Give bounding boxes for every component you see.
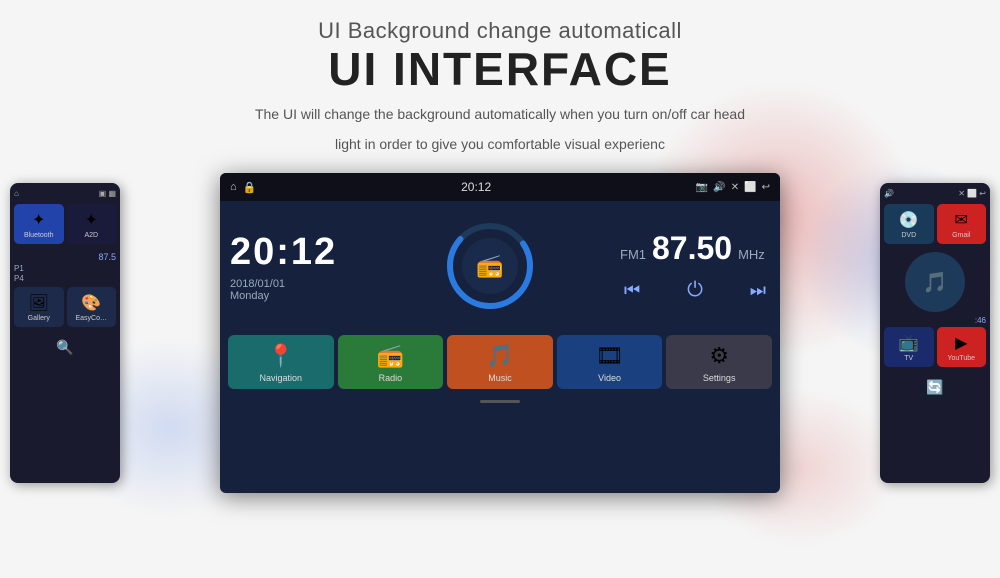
status-home-icon: ⌂ (230, 181, 237, 193)
left-search-icon[interactable]: 🔍 (14, 339, 116, 356)
fm-prev-btn[interactable]: ⏮ (624, 280, 640, 301)
bottom-dot (220, 395, 780, 408)
easyco-icon: 🎨 (81, 293, 101, 313)
fm-controls: ⏮ ⏻ ⏭ (620, 279, 770, 302)
right-circle-widget: 🎵 (905, 252, 965, 312)
svg-text:📻: 📻 (476, 253, 503, 278)
radio-circle: 📻 (445, 221, 535, 311)
main-screen: ⌂ 🔒 20:12 📷 🔊 ✕ ⬜ ↩ 20:12 2018/01/01 Mon… (220, 173, 780, 493)
left-fm-text: 87.5 (14, 252, 116, 262)
a2d-icon: ✦ (85, 210, 98, 230)
status-back-icon: ↩ (762, 182, 770, 193)
radio-label: Radio (379, 373, 403, 383)
settings-label: Settings (703, 373, 736, 383)
left-status-bar: ⌂ ▣ ▦ (14, 189, 116, 198)
right-circle-icon: 🎵 (923, 270, 948, 295)
radio-icon: 📻 (377, 343, 404, 369)
left-home-icon: ⌂ (14, 189, 19, 198)
status-right: 📷 🔊 ✕ ⬜ ↩ (696, 182, 770, 193)
clock-block: 20:12 2018/01/01 Monday (230, 209, 360, 323)
bluetooth-tile[interactable]: ✦ Bluetooth (14, 204, 64, 244)
a2d-label: A2D (84, 232, 98, 239)
app-grid: 📍 Navigation 📻 Radio 🎵 Music 🎞 Video ⚙ S… (220, 331, 780, 395)
settings-icon: ⚙ (709, 343, 729, 369)
status-close-icon: ✕ (731, 182, 739, 193)
bluetooth-label: Bluetooth (24, 232, 54, 239)
tv-icon: 📺 (899, 333, 919, 353)
status-time: 20:12 (461, 180, 491, 194)
top-widget: 20:12 2018/01/01 Monday 📻 FM1 (220, 201, 780, 331)
status-left: ⌂ 🔒 (230, 181, 256, 194)
video-tile[interactable]: 🎞 Video (557, 335, 663, 389)
gallery-tile[interactable]: 🖼 Gallery (14, 287, 64, 327)
music-icon: 🎵 (486, 343, 513, 369)
dvd-icon: 💿 (899, 210, 919, 230)
radio-tile[interactable]: 📻 Radio (338, 335, 444, 389)
music-label: Music (488, 373, 512, 383)
header-subtitle: UI Background change automaticall (0, 18, 1000, 44)
header-desc-line1: The UI will change the background automa… (0, 103, 1000, 125)
navigation-label: Navigation (260, 373, 303, 383)
clock-time: 20:12 (230, 231, 360, 274)
easyco-label: EasyCo… (75, 315, 107, 322)
navigation-tile[interactable]: 📍 Navigation (228, 335, 334, 389)
gallery-icon: 🖼 (29, 293, 49, 313)
music-tile[interactable]: 🎵 Music (447, 335, 553, 389)
clock-date: 2018/01/01 (230, 278, 360, 290)
youtube-icon: ▶ (955, 333, 967, 353)
settings-tile[interactable]: ⚙ Settings (666, 335, 772, 389)
fm-top: FM1 87.50 MHz (620, 230, 770, 267)
right-icons: ✕ ⬜ ↩ (958, 189, 986, 198)
fm-next-btn[interactable]: ⏭ (750, 280, 766, 301)
right-screen-content: 🔊 ✕ ⬜ ↩ 💿 DVD ✉ Gmail 🎵 :46 📺 (880, 183, 990, 483)
screens-container: ⌂ ▣ ▦ ✦ Bluetooth ✦ A2D 87.5 P1 P4 🖼 Gal (0, 163, 1000, 503)
video-label: Video (598, 373, 621, 383)
right-refresh-icon[interactable]: 🔄 (884, 379, 986, 396)
left-screen-content: ⌂ ▣ ▦ ✦ Bluetooth ✦ A2D 87.5 P1 P4 🖼 Gal (10, 183, 120, 483)
header-title: UI INTERFACE (0, 44, 1000, 95)
fm-block: FM1 87.50 MHz ⏮ ⏻ ⏭ (620, 209, 770, 323)
left-screen: ⌂ ▣ ▦ ✦ Bluetooth ✦ A2D 87.5 P1 P4 🖼 Gal (10, 183, 120, 483)
right-time-label: :46 (884, 316, 986, 325)
status-screen-icon: ⬜ (744, 182, 756, 193)
right-vol-icon: 🔊 (884, 189, 894, 198)
radio-circle-svg: 📻 (445, 221, 535, 311)
status-volume-icon: 🔊 (713, 182, 725, 193)
tv-label: TV (904, 355, 913, 362)
dvd-tile[interactable]: 💿 DVD (884, 204, 934, 244)
right-screen: 🔊 ✕ ⬜ ↩ 💿 DVD ✉ Gmail 🎵 :46 📺 (880, 183, 990, 483)
youtube-tile[interactable]: ▶ YouTube (937, 327, 987, 367)
status-lock-icon: 🔒 (243, 181, 257, 194)
radio-circle-block: 📻 (370, 209, 610, 323)
easyco-tile[interactable]: 🎨 EasyCo… (67, 287, 117, 327)
header-area: UI Background change automaticall UI INT… (0, 0, 1000, 163)
dvd-label: DVD (901, 232, 916, 239)
a2d-tile[interactable]: ✦ A2D (67, 204, 117, 244)
fm-unit: MHz (738, 247, 765, 262)
left-status-icons: ▣ ▦ (99, 189, 116, 198)
main-status-bar: ⌂ 🔒 20:12 📷 🔊 ✕ ⬜ ↩ (220, 173, 780, 201)
left-p1: P1 (14, 264, 116, 273)
navigation-icon: 📍 (267, 343, 294, 369)
tv-tile[interactable]: 📺 TV (884, 327, 934, 367)
youtube-label: YouTube (947, 355, 975, 362)
fm-power-btn[interactable]: ⏻ (687, 279, 703, 302)
separator-line (480, 400, 520, 403)
bluetooth-icon: ✦ (32, 210, 45, 230)
gallery-label: Gallery (28, 315, 50, 322)
fm-frequency: 87.50 (652, 230, 732, 267)
fm-label: FM1 (620, 247, 646, 262)
right-status-bar: 🔊 ✕ ⬜ ↩ (884, 189, 986, 198)
clock-day: Monday (230, 290, 360, 302)
status-camera-icon: 📷 (696, 182, 708, 193)
gmail-icon: ✉ (955, 210, 968, 230)
gmail-tile[interactable]: ✉ Gmail (937, 204, 987, 244)
left-p4: P4 (14, 274, 116, 283)
gmail-label: Gmail (952, 232, 970, 239)
header-desc-line2: light in order to give you comfortable v… (0, 133, 1000, 155)
video-icon: 🎞 (596, 343, 624, 369)
